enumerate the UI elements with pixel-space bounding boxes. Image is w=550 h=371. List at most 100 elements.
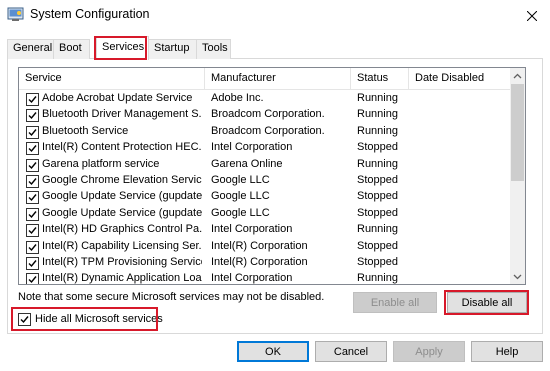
service-checkbox[interactable] bbox=[26, 109, 39, 123]
chevron-down-icon bbox=[513, 274, 522, 279]
service-name: Bluetooth Driver Management S... bbox=[42, 108, 202, 121]
ok-button[interactable]: OK bbox=[237, 341, 309, 362]
service-row[interactable]: Adobe Acrobat Update Service Adobe Inc. Ru… bbox=[19, 91, 512, 107]
service-name: Adobe Acrobat Update Service bbox=[42, 92, 193, 104]
service-status: Running bbox=[357, 92, 398, 104]
apply-label: Apply bbox=[415, 345, 443, 358]
service-name: Garena platform service bbox=[42, 157, 160, 170]
service-status: Stopped bbox=[357, 255, 398, 268]
window-title: System Configuration bbox=[30, 7, 150, 21]
tab-startup[interactable]: Startup bbox=[148, 39, 197, 59]
service-status: Stopped bbox=[357, 206, 398, 219]
service-manufacturer: Intel Corporation bbox=[211, 223, 293, 236]
service-manufacturer: Intel(R) Corporation bbox=[211, 255, 308, 268]
service-status: Running bbox=[357, 157, 398, 170]
close-icon bbox=[527, 10, 537, 21]
service-row[interactable]: Intel(R) Dynamic Application Loa... Intel… bbox=[19, 271, 512, 285]
service-checkbox[interactable] bbox=[26, 273, 39, 284]
service-manufacturer: Intel Corporation bbox=[211, 272, 293, 285]
service-row[interactable]: Intel(R) Content Protection HEC... Intel … bbox=[19, 140, 512, 156]
help-button[interactable]: Help bbox=[471, 341, 543, 362]
cancel-button[interactable]: Cancel bbox=[315, 341, 387, 362]
checkmark-icon bbox=[28, 227, 37, 235]
service-checkbox[interactable] bbox=[26, 256, 39, 270]
vertical-scrollbar[interactable] bbox=[510, 68, 525, 284]
service-checkbox[interactable] bbox=[26, 158, 39, 172]
service-status: Running bbox=[357, 272, 398, 285]
service-checkbox[interactable] bbox=[26, 125, 39, 139]
checkmark-icon bbox=[28, 128, 37, 136]
column-header-service[interactable]: Service bbox=[19, 68, 205, 90]
services-tab-highlight bbox=[94, 36, 147, 60]
service-status: Running bbox=[357, 124, 398, 137]
system-configuration-icon bbox=[7, 7, 24, 22]
checkmark-icon bbox=[28, 276, 37, 284]
service-row[interactable]: Bluetooth Service Broadcom Corporation. Ru… bbox=[19, 124, 512, 140]
hide-microsoft-services-highlight bbox=[11, 307, 158, 331]
column-header-status[interactable]: Status bbox=[351, 68, 409, 90]
chevron-up-icon bbox=[513, 73, 522, 78]
service-manufacturer: Intel Corporation bbox=[211, 141, 293, 154]
checkmark-icon bbox=[28, 194, 37, 202]
close-button[interactable] bbox=[514, 0, 550, 31]
checkmark-icon bbox=[28, 96, 37, 104]
service-name: Google Update Service (gupdatem) bbox=[42, 206, 202, 219]
service-manufacturer: Google LLC bbox=[211, 190, 270, 203]
service-manufacturer: Google LLC bbox=[211, 173, 270, 186]
service-checkbox[interactable] bbox=[26, 191, 39, 205]
service-name: Bluetooth Service bbox=[42, 124, 129, 137]
scroll-down-button[interactable] bbox=[510, 269, 525, 284]
title-bar: System Configuration bbox=[0, 0, 550, 31]
service-checkbox[interactable] bbox=[26, 240, 39, 254]
column-header-date-disabled[interactable]: Date Disabled bbox=[409, 68, 512, 90]
service-checkbox[interactable] bbox=[26, 142, 39, 156]
service-checkbox[interactable] bbox=[26, 207, 39, 221]
cancel-label: Cancel bbox=[333, 345, 369, 358]
scroll-thumb[interactable] bbox=[511, 84, 524, 181]
service-name: Intel(R) Content Protection HEC... bbox=[42, 141, 202, 154]
service-manufacturer: Broadcom Corporation. bbox=[211, 124, 325, 137]
service-row[interactable]: Google Update Service (gupdate) Google LL… bbox=[19, 189, 512, 205]
service-manufacturer: Broadcom Corporation. bbox=[211, 108, 325, 121]
checkmark-icon bbox=[28, 161, 37, 169]
column-header-manufacturer[interactable]: Manufacturer bbox=[205, 68, 351, 90]
checkmark-icon bbox=[28, 145, 37, 153]
ok-label: OK bbox=[265, 345, 281, 358]
service-row[interactable]: Intel(R) Capability Licensing Ser... Inte… bbox=[19, 239, 512, 255]
service-row[interactable]: Google Chrome Elevation Servic... Google … bbox=[19, 173, 512, 189]
enable-all-button[interactable]: Enable all bbox=[353, 292, 437, 313]
service-row[interactable]: Garena platform service Garena Online Runn… bbox=[19, 157, 512, 173]
service-checkbox[interactable] bbox=[26, 93, 39, 106]
apply-button[interactable]: Apply bbox=[393, 341, 465, 362]
help-label: Help bbox=[495, 345, 519, 358]
service-checkbox[interactable] bbox=[26, 174, 39, 188]
service-status: Running bbox=[357, 223, 398, 236]
list-header: Service Manufacturer Status Date Disable… bbox=[19, 68, 512, 90]
service-status: Stopped bbox=[357, 141, 398, 154]
service-status: Running bbox=[357, 108, 398, 121]
checkmark-icon bbox=[28, 259, 37, 267]
service-row[interactable]: Intel(R) TPM Provisioning Service Intel(R… bbox=[19, 255, 512, 271]
service-row[interactable]: Bluetooth Driver Management S... Broadcom… bbox=[19, 107, 512, 123]
service-checkbox[interactable] bbox=[26, 224, 39, 238]
scroll-up-button[interactable] bbox=[510, 68, 525, 83]
secure-services-note: Note that some secure Microsoft services… bbox=[18, 291, 325, 303]
service-manufacturer: Google LLC bbox=[211, 206, 270, 219]
enable-all-label: Enable all bbox=[370, 296, 420, 309]
checkmark-icon bbox=[28, 178, 37, 185]
tab-tools[interactable]: Tools bbox=[196, 39, 231, 59]
service-row[interactable]: Intel(R) HD Graphics Control Pa... Intel … bbox=[19, 222, 512, 238]
tab-boot[interactable]: Boot bbox=[53, 39, 90, 59]
service-name: Intel(R) TPM Provisioning Service bbox=[42, 255, 202, 268]
service-name: Google Update Service (gupdate) bbox=[42, 190, 202, 203]
disable-all-highlight bbox=[444, 290, 529, 315]
checkmark-icon bbox=[28, 112, 37, 120]
service-name: Intel(R) Dynamic Application Loa... bbox=[42, 272, 202, 285]
service-name: Google Chrome Elevation Servic... bbox=[42, 173, 202, 186]
service-status: Stopped bbox=[357, 239, 398, 252]
services-list[interactable]: Service Manufacturer Status Date Disable… bbox=[18, 67, 526, 285]
tab-general[interactable]: General bbox=[7, 39, 54, 59]
service-name: Intel(R) HD Graphics Control Pa... bbox=[42, 223, 202, 236]
service-name: Intel(R) Capability Licensing Ser... bbox=[42, 239, 202, 252]
service-row[interactable]: Google Update Service (gupdatem) Google L… bbox=[19, 206, 512, 222]
